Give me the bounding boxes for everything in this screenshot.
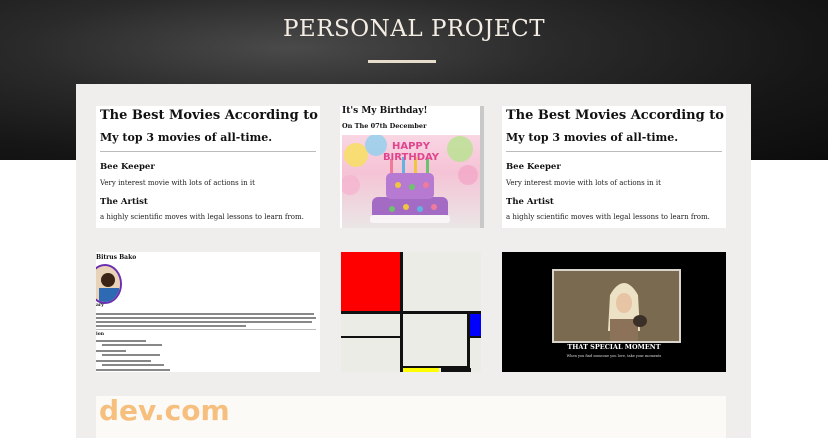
resume-text-line bbox=[96, 317, 316, 319]
resume-text-line bbox=[96, 360, 151, 362]
movie-title: The Artist bbox=[100, 197, 148, 207]
movie-description: Very interest movie with lots of actions… bbox=[100, 179, 255, 187]
moment-caption: THAT SPECIAL MOMENT bbox=[567, 343, 661, 351]
resume-text-line bbox=[96, 350, 126, 352]
resume-text-line bbox=[96, 325, 246, 327]
resume-text-line bbox=[96, 369, 170, 371]
divider bbox=[100, 151, 316, 152]
moment-subcaption: When you find someone you love, take you… bbox=[566, 354, 662, 358]
mondrian-blue-block bbox=[470, 312, 481, 336]
resume-section-heading: ion bbox=[96, 332, 104, 337]
divider bbox=[96, 329, 316, 330]
avatar-photo bbox=[96, 266, 120, 302]
resume-text-line bbox=[96, 321, 312, 323]
project-card-movies-left[interactable]: The Best Movies According to Andi My top… bbox=[96, 106, 320, 228]
movie-description: a highly scientific moves with legal les… bbox=[100, 213, 304, 221]
project-card-birthday[interactable]: It's My Birthday! On The 07th December H… bbox=[340, 106, 484, 228]
resume-text-line bbox=[102, 354, 160, 356]
card-title: It's My Birthday! bbox=[342, 106, 428, 116]
mondrian-artwork bbox=[341, 252, 481, 372]
resume-section-heading: ary bbox=[96, 303, 104, 308]
moment-photo bbox=[552, 269, 681, 343]
page-title: PERSONAL PROJECT bbox=[282, 16, 546, 42]
card-date: On The 07th December bbox=[342, 122, 427, 130]
project-card-resume[interactable]: Bitrus Bako ary ion bbox=[96, 252, 320, 372]
project-card-movies-right[interactable]: The Best Movies According to Andi My top… bbox=[502, 106, 726, 228]
mondrian-black-block bbox=[441, 368, 471, 372]
card-subtitle: My top 3 movies of all-time. bbox=[100, 131, 273, 144]
resume-text-line bbox=[102, 344, 162, 346]
divider bbox=[506, 151, 722, 152]
card-subtitle: My top 3 movies of all-time. bbox=[506, 131, 679, 144]
card-title: The Best Movies According to Andi bbox=[100, 108, 320, 123]
movie-title: Bee Keeper bbox=[100, 162, 155, 172]
mondrian-red-block bbox=[341, 252, 400, 311]
resume-name: Bitrus Bako bbox=[96, 254, 137, 261]
resume-text-line bbox=[96, 313, 314, 315]
avatar bbox=[96, 264, 122, 304]
title-underline bbox=[368, 60, 436, 63]
project-card-devcom[interactable]: dev.com bbox=[96, 396, 726, 438]
moment-photo-illustration bbox=[554, 271, 679, 341]
mondrian-yellow-block bbox=[403, 368, 439, 372]
movie-description: Very interest movie with lots of actions… bbox=[506, 179, 661, 187]
cake-topper-text: HAPPY BIRTHDAY bbox=[382, 141, 440, 163]
project-card-special-moment[interactable]: THAT SPECIAL MOMENT When you find someon… bbox=[502, 252, 726, 372]
resume-text-line bbox=[96, 340, 146, 342]
resume-text-line bbox=[102, 364, 164, 366]
movie-description: a highly scientific moves with legal les… bbox=[506, 213, 710, 221]
birthday-cake-image: HAPPY BIRTHDAY bbox=[342, 135, 480, 228]
project-card-mondrian[interactable] bbox=[341, 252, 481, 372]
devcom-logo-text: dev.com bbox=[99, 396, 230, 427]
scrollbar[interactable] bbox=[480, 106, 484, 228]
card-title: The Best Movies According to Andi bbox=[506, 108, 726, 123]
movie-title: The Artist bbox=[506, 197, 554, 207]
movie-title: Bee Keeper bbox=[506, 162, 561, 172]
